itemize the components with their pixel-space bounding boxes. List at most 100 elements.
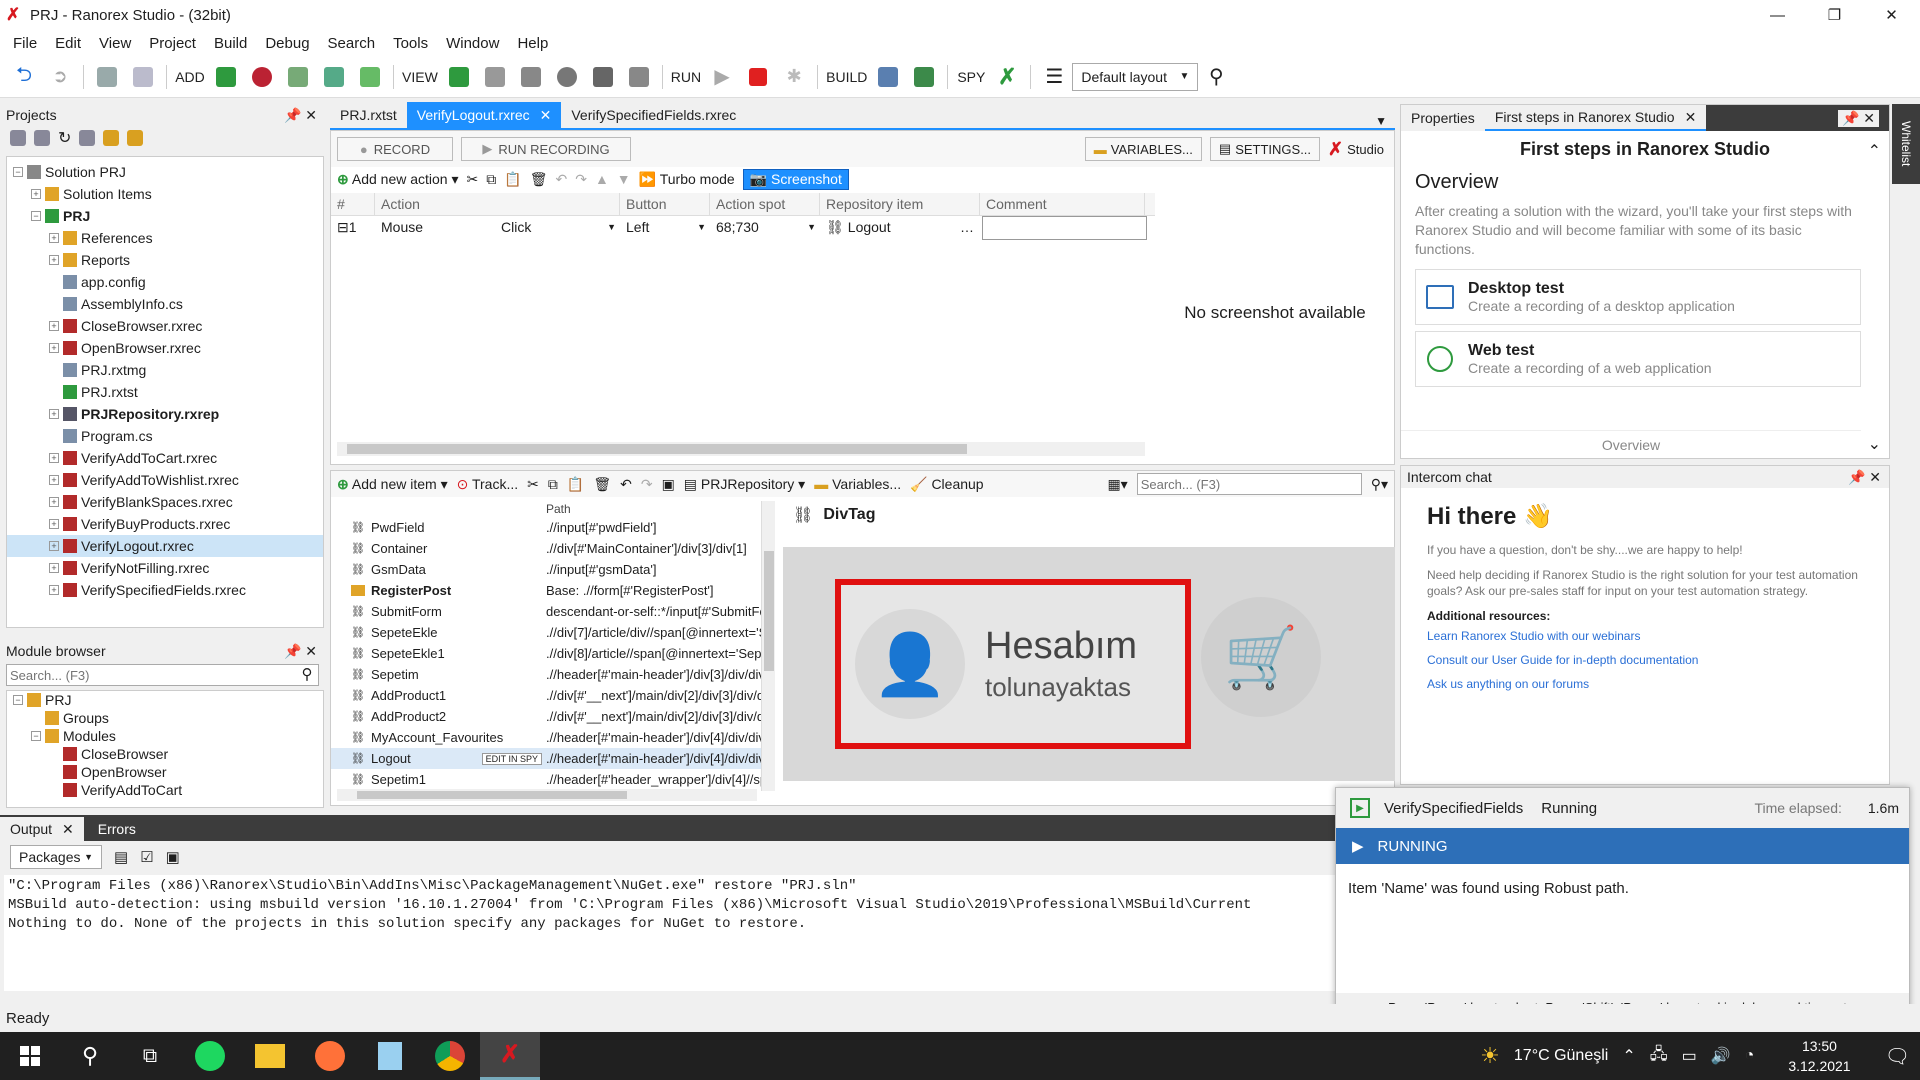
pin-icon[interactable]: 📌 <box>284 107 301 123</box>
add-folder-icon[interactable] <box>211 62 241 92</box>
clear-output-icon[interactable]: ▤ <box>114 848 128 866</box>
toggle-icon[interactable]: ▣ <box>166 848 180 866</box>
redo-icon[interactable]: ↷ <box>641 476 653 493</box>
repository-item[interactable]: ⛓ MyAccount_Favourites .//header[#'main-he… <box>331 727 761 748</box>
column-header[interactable]: Repository item <box>820 193 980 215</box>
cleanup-button[interactable]: 🧹 Cleanup <box>910 476 983 493</box>
search-icon[interactable]: ⚲ <box>1201 62 1231 92</box>
column-header[interactable]: Comment <box>980 193 1145 215</box>
view-shield-icon[interactable] <box>588 62 618 92</box>
repository-search-input[interactable] <box>1136 473 1362 495</box>
tab-errors[interactable]: Errors <box>84 817 150 841</box>
highlight-icon[interactable]: ▣ <box>662 476 675 493</box>
save-icon[interactable] <box>92 62 122 92</box>
chevron-down-icon[interactable]: ⌄ <box>1868 434 1881 454</box>
overview-footer[interactable]: Overview <box>1401 430 1861 458</box>
table-row[interactable]: ⊟ 1 Mouse Click ▼ Left ▼ 68;730 ▼ ⛓ Logout… <box>331 216 1155 240</box>
module-tree-item[interactable]: OpenBrowser <box>7 763 323 781</box>
build-icon[interactable] <box>873 62 903 92</box>
properties-icon[interactable] <box>34 130 50 146</box>
module-tree-item[interactable]: − PRJ <box>7 691 323 709</box>
tree-item[interactable]: + VerifyAddToCart.rxrec <box>7 447 323 469</box>
edit-in-spy-button[interactable]: EDIT IN SPY <box>481 752 542 765</box>
expand-toggle-icon[interactable]: − <box>13 695 23 705</box>
expand-toggle-icon[interactable]: + <box>49 343 59 353</box>
button-select[interactable]: Left ▼ <box>620 216 710 238</box>
whitelist-side-tab[interactable]: Whitelist <box>1892 104 1920 184</box>
refresh-icon[interactable]: ↻ <box>58 128 71 148</box>
webinars-link[interactable]: Learn Ranorex Studio with our webinars <box>1427 629 1889 643</box>
module-search-input[interactable] <box>7 665 296 685</box>
column-header[interactable]: Action spot <box>710 193 820 215</box>
deploy-icon[interactable] <box>909 62 939 92</box>
close-icon[interactable]: ✕ <box>305 107 317 123</box>
tab-properties[interactable]: Properties <box>1401 105 1485 131</box>
tree-item[interactable]: app.config <box>7 271 323 293</box>
network-icon[interactable]: 🖧 <box>1650 1043 1668 1070</box>
stop-icon[interactable] <box>743 62 773 92</box>
repository-item[interactable]: ⛓ GsmData .//input[#'gsmData'] <box>331 559 761 580</box>
tree-item[interactable]: + OpenBrowser.rxrec <box>7 337 323 359</box>
maximize-button[interactable]: ❐ <box>1806 0 1863 30</box>
add-recording-icon[interactable] <box>247 62 277 92</box>
tree-item[interactable]: PRJ.rxtst <box>7 381 323 403</box>
expand-toggle-icon[interactable]: + <box>49 585 59 595</box>
menu-search[interactable]: Search <box>319 35 385 52</box>
search-icon[interactable]: ⚲ <box>60 1032 120 1080</box>
copy-icon[interactable]: ⧉ <box>548 476 558 493</box>
tree-item[interactable]: − Solution PRJ <box>7 161 323 183</box>
redo-icon[interactable]: ↷ <box>575 171 587 188</box>
show-all-icon[interactable] <box>79 130 96 146</box>
repository-item[interactable]: ⛓ Sepetim1 .//header[#'header_wrapper']/di… <box>331 769 761 790</box>
save-all-icon[interactable] <box>128 62 158 92</box>
expand-toggle-icon[interactable]: + <box>49 475 59 485</box>
close-icon[interactable]: ✕ <box>1869 469 1881 485</box>
undo-icon[interactable]: ↶ <box>555 171 567 188</box>
tree-item[interactable]: + PRJRepository.rxrep <box>7 403 323 425</box>
tree-item[interactable]: + Reports <box>7 249 323 271</box>
debug-icon[interactable]: ✱ <box>779 62 809 92</box>
repository-item[interactable]: ⛓ AddProduct2 .//div[#'__next']/main/div[2… <box>331 706 761 727</box>
wifi-icon[interactable]: ◔ <box>1745 1047 1755 1065</box>
tree-item[interactable]: Program.cs <box>7 425 323 447</box>
menu-project[interactable]: Project <box>140 35 205 52</box>
expand-toggle-icon[interactable]: + <box>49 519 59 529</box>
repository-item[interactable]: ⛓ Sepetim .//header[#'main-header']/div[3]… <box>331 664 761 685</box>
volume-icon[interactable]: 🔊 <box>1711 1046 1731 1066</box>
column-header[interactable]: Action <box>375 193 620 215</box>
close-button[interactable]: ✕ <box>1863 0 1920 30</box>
spy-icon[interactable]: ✗ <box>992 62 1022 92</box>
notepad-icon[interactable] <box>360 1032 420 1080</box>
tree-item[interactable]: PRJ.rxtmg <box>7 359 323 381</box>
tab-verify-specified-fields[interactable]: VerifySpecifiedFields.rxrec <box>561 102 746 128</box>
view-tracking-icon[interactable] <box>552 62 582 92</box>
chevron-up-icon[interactable]: ⌃ <box>1622 1046 1635 1066</box>
minimize-button[interactable]: — <box>1749 0 1806 30</box>
expand-toggle-icon[interactable]: + <box>49 563 59 573</box>
columns-icon[interactable]: ▦▾ <box>1107 476 1127 493</box>
horizontal-scrollbar[interactable] <box>337 442 1145 456</box>
add-item-icon[interactable] <box>103 130 120 146</box>
turbo-mode-button[interactable]: ⏩ Turbo mode <box>639 171 735 188</box>
expand-toggle-icon[interactable]: − <box>31 731 41 741</box>
file-explorer-icon[interactable] <box>240 1032 300 1080</box>
repository-item[interactable]: ⛓ SubmitForm descendant-or-self::*/input[#… <box>331 601 761 622</box>
tree-item[interactable]: + VerifyAddToWishlist.rxrec <box>7 469 323 491</box>
user-guide-link[interactable]: Consult our User Guide for in-depth docu… <box>1427 653 1889 667</box>
vertical-scrollbar[interactable] <box>761 501 775 791</box>
layout-select[interactable]: Default layout ▼ <box>1072 62 1199 91</box>
open-folder-icon[interactable] <box>127 130 144 146</box>
move-up-icon[interactable]: ▲ <box>595 171 609 187</box>
add-action-button[interactable]: ⊕ Add new action ▾ <box>337 171 459 188</box>
chevron-up-icon[interactable]: ⌃ <box>1868 141 1881 161</box>
clock[interactable]: 13:50 3.12.2021 <box>1788 1036 1850 1076</box>
repository-item-cell[interactable]: ⛓ Logout… <box>820 216 980 238</box>
menu-file[interactable]: File <box>4 35 46 52</box>
repository-item[interactable]: ⛓ Container .//div[#'MainContainer']/div[3… <box>331 538 761 559</box>
view-repository-icon[interactable] <box>480 62 510 92</box>
output-source-select[interactable]: Packages ▼ <box>10 845 102 869</box>
search-icon[interactable]: ⚲▾ <box>1371 476 1388 493</box>
repository-item[interactable]: ⛓ SepeteEkle .//div[7]/article/div//span[@… <box>331 622 761 643</box>
tab-list-icon[interactable]: ▼ <box>1375 114 1395 128</box>
play-icon[interactable]: ▶ <box>707 62 737 92</box>
